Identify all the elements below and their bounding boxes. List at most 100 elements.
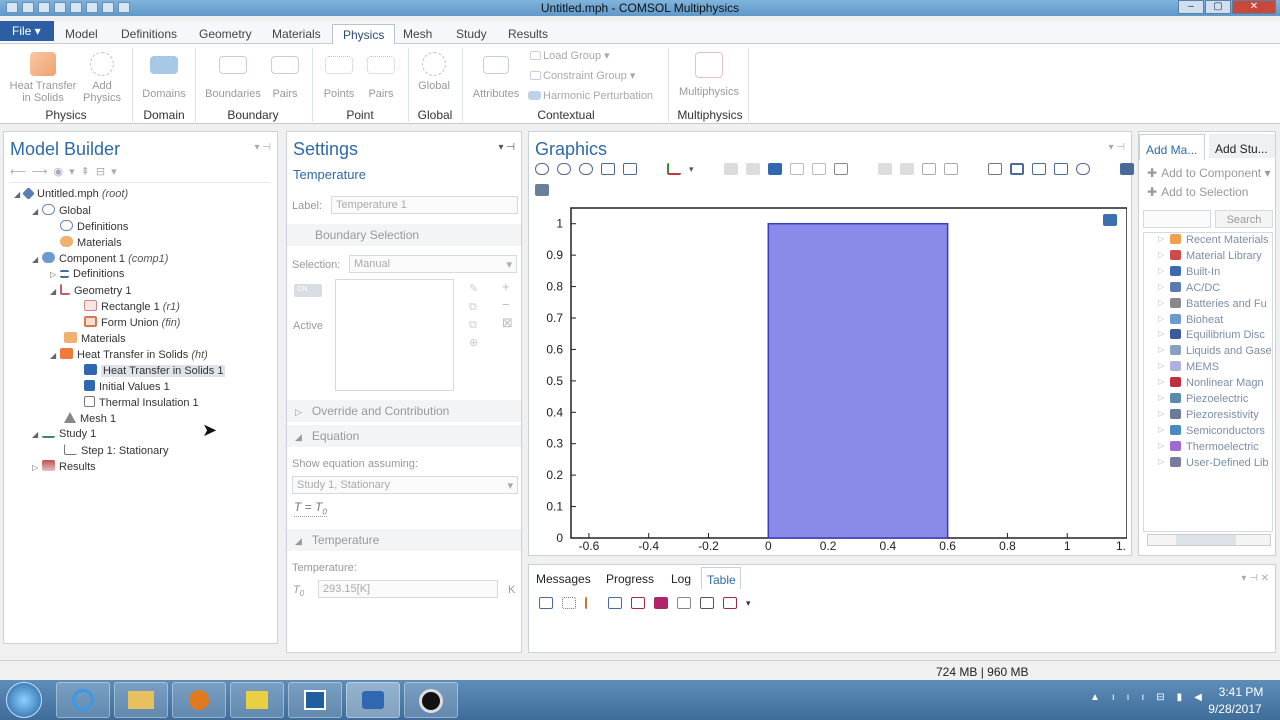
horizontal-scrollbar[interactable] bbox=[1147, 534, 1271, 546]
tab-add-study[interactable]: Add Stu... bbox=[1209, 134, 1275, 158]
expand-icon[interactable]: ▷ bbox=[1158, 329, 1164, 338]
global-button[interactable]: Global bbox=[414, 52, 454, 92]
study-dropdown[interactable]: Study 1, Stationary ▾ bbox=[292, 476, 518, 494]
tab-mesh[interactable]: Mesh bbox=[403, 24, 432, 44]
expand-icon[interactable]: ▷ bbox=[1158, 361, 1164, 370]
start-button[interactable] bbox=[6, 682, 42, 718]
material-item[interactable]: ▷ Built-In bbox=[1158, 265, 1220, 278]
domains-button[interactable]: Domains bbox=[138, 52, 190, 100]
material-item[interactable]: ▷ MEMS bbox=[1158, 361, 1219, 373]
tree-global[interactable]: ◢ Global bbox=[32, 204, 91, 217]
expand-icon[interactable]: ▷ bbox=[1158, 441, 1164, 450]
table-graph-icon[interactable] bbox=[631, 597, 645, 609]
tree-heat-transfer[interactable]: ◢ Heat Transfer in Solids (ht) bbox=[50, 348, 208, 361]
tree-hts1[interactable]: Heat Transfer in Solids 1 bbox=[84, 364, 226, 377]
attributes-button[interactable]: Attributes bbox=[468, 52, 524, 100]
tab-results[interactable]: Results bbox=[508, 24, 548, 44]
expand-icon[interactable]: ▷ bbox=[1158, 425, 1164, 434]
tree-comp-materials[interactable]: Materials bbox=[64, 332, 126, 345]
transparency-icon[interactable] bbox=[987, 163, 1002, 175]
tree-rectangle[interactable]: Rectangle 1 (r1) bbox=[84, 300, 180, 313]
full-precision-icon[interactable] bbox=[654, 597, 668, 609]
boundary-pairs-button[interactable]: Pairs bbox=[268, 52, 302, 100]
tab-study[interactable]: Study bbox=[456, 24, 487, 44]
hide-icon[interactable] bbox=[877, 163, 892, 175]
expand-icon[interactable]: ▷ bbox=[1158, 298, 1164, 307]
boundaries-button[interactable]: Boundaries bbox=[202, 52, 264, 100]
boundary-selection-section[interactable]: Boundary Selection bbox=[287, 224, 521, 246]
point-pairs-button[interactable]: Pairs bbox=[364, 52, 398, 100]
tab-materials[interactable]: Materials bbox=[272, 24, 321, 44]
table-format-icon[interactable] bbox=[723, 597, 737, 609]
maximize-button[interactable]: ▢ bbox=[1205, 0, 1231, 14]
expand-icon[interactable]: ▷ bbox=[1158, 234, 1164, 243]
material-item[interactable]: ▷ AC/DC bbox=[1158, 281, 1220, 294]
clean-icon[interactable] bbox=[585, 597, 599, 609]
tree-comp-definitions[interactable]: ▷ Definitions bbox=[50, 268, 124, 280]
panel-menu-icon[interactable]: ▾ ⊣ bbox=[1108, 142, 1125, 153]
select-boundaries-icon[interactable] bbox=[767, 163, 782, 175]
tree-mesh[interactable]: Mesh 1 bbox=[64, 412, 116, 425]
temperature-input[interactable]: 293.15[K] bbox=[318, 580, 498, 598]
material-item[interactable]: ▷ Piezoresistivity bbox=[1158, 408, 1259, 421]
system-tray-icons[interactable]: ▲ııı⊟▮◀ bbox=[1090, 692, 1214, 703]
scene-light-icon[interactable] bbox=[1009, 163, 1024, 175]
zoom-in-icon[interactable] bbox=[535, 163, 549, 175]
material-search-input[interactable] bbox=[1143, 210, 1211, 228]
comsol-window-icon[interactable] bbox=[346, 682, 400, 718]
panel-menu-icon[interactable]: ▾ ⊣ bbox=[498, 142, 515, 153]
load-group-button[interactable]: Load Group ▾ bbox=[530, 49, 610, 62]
material-item[interactable]: ▷ User-Defined Lib bbox=[1158, 456, 1269, 469]
multiphysics-button[interactable]: Multiphysics bbox=[676, 52, 742, 98]
reset-hiding-icon[interactable] bbox=[921, 163, 936, 175]
expand-icon[interactable]: ▷ bbox=[1158, 250, 1164, 259]
expand-icon[interactable]: ▷ bbox=[1158, 393, 1164, 402]
add-to-component-button[interactable]: ✚ Add to Component ▾ bbox=[1147, 166, 1271, 180]
material-item[interactable]: ▷ Recent Materials bbox=[1158, 234, 1269, 246]
label-input[interactable]: Temperature 1 bbox=[331, 196, 518, 214]
selection-list[interactable] bbox=[335, 279, 454, 391]
reset-view-icon[interactable] bbox=[1075, 163, 1090, 175]
material-item[interactable]: ▷ Nonlinear Magn bbox=[1158, 377, 1264, 389]
tab-model[interactable]: Model bbox=[65, 24, 98, 44]
show-icon[interactable] bbox=[899, 163, 914, 175]
expand-icon[interactable]: ▷ bbox=[1158, 282, 1164, 291]
export-icon[interactable] bbox=[700, 597, 714, 609]
temperature-section[interactable]: ◢ Temperature bbox=[287, 529, 521, 551]
tab-progress[interactable]: Progress bbox=[606, 572, 654, 586]
material-item[interactable]: ▷ Equilibrium Disc bbox=[1158, 329, 1265, 341]
delete-icon[interactable] bbox=[608, 597, 622, 609]
zoom-out-icon[interactable] bbox=[557, 163, 571, 175]
minimize-button[interactable]: – bbox=[1178, 0, 1204, 14]
close-button[interactable]: ✕ bbox=[1232, 0, 1276, 14]
heat-transfer-button[interactable]: Heat Transfer in Solids bbox=[6, 52, 80, 104]
geometry-rectangle[interactable] bbox=[767, 222, 949, 539]
tree-component[interactable]: ◢ Component 1 (comp1) bbox=[32, 252, 168, 265]
material-item[interactable]: ▷ Bioheat bbox=[1158, 313, 1223, 326]
comsol-launcher-icon[interactable] bbox=[288, 682, 342, 718]
internet-explorer-icon[interactable] bbox=[56, 682, 110, 718]
tree-root[interactable]: ◢ Untitled.mph (root) bbox=[14, 187, 128, 200]
expand-icon[interactable]: ▷ bbox=[1158, 314, 1164, 323]
add-to-selection-button[interactable]: ✚ Add to Selection bbox=[1147, 185, 1248, 199]
material-item[interactable]: ▷ Material Library bbox=[1158, 249, 1262, 262]
copy-icon[interactable] bbox=[677, 597, 691, 609]
override-section[interactable]: ▷ Override and Contribution bbox=[287, 400, 521, 422]
zoom-selected-icon[interactable] bbox=[601, 163, 615, 175]
tab-log[interactable]: Log bbox=[671, 572, 691, 586]
axis-orientation-icon[interactable] bbox=[667, 163, 681, 175]
select-edges-icon[interactable] bbox=[789, 163, 804, 175]
expand-icon[interactable]: ▷ bbox=[1158, 345, 1164, 354]
panel-menu-icon[interactable]: ▾ ⊣ bbox=[254, 142, 271, 153]
tree-geometry[interactable]: ◢ Geometry 1 bbox=[50, 284, 131, 297]
select-points-icon[interactable] bbox=[811, 163, 826, 175]
equation-section[interactable]: ◢ Equation bbox=[287, 425, 521, 447]
zoom-box-icon[interactable] bbox=[579, 163, 593, 175]
wireframe-icon[interactable] bbox=[943, 163, 958, 175]
select-domains-icon[interactable] bbox=[745, 163, 760, 175]
clear-selection-icon[interactable] bbox=[833, 163, 848, 175]
tree-global-materials[interactable]: Materials bbox=[60, 236, 122, 249]
tree-study[interactable]: ◢ Study 1 bbox=[32, 428, 96, 440]
selection-dropdown[interactable]: Manual ▾ bbox=[349, 255, 517, 273]
zoom-extents-icon[interactable] bbox=[623, 163, 637, 175]
